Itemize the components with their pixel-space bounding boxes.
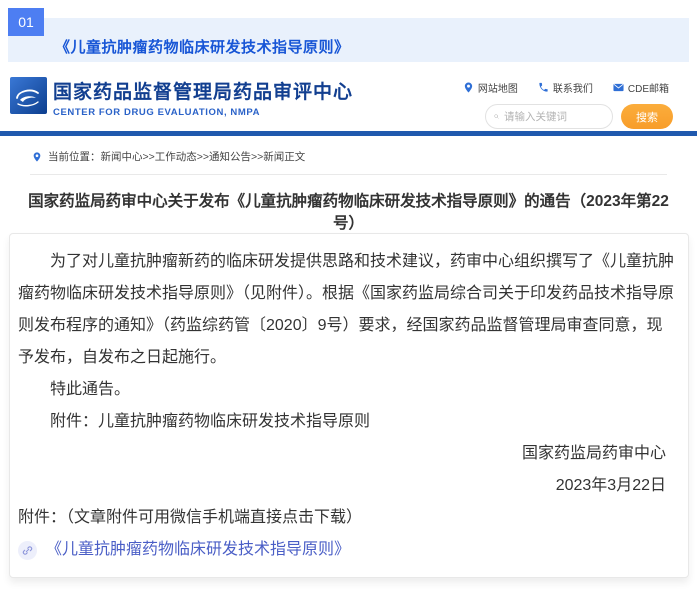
promo-number-badge: 01 bbox=[8, 8, 44, 36]
site-name-en: CENTER FOR DRUG EVALUATION, NMPA bbox=[53, 107, 353, 118]
sitemap-link-label: 网站地图 bbox=[478, 80, 518, 95]
attachment-download-link[interactable]: 《儿童抗肿瘤药物临床研发技术指导原则》 bbox=[18, 534, 674, 566]
notice-attachment-line: 附件：儿童抗肿瘤药物临床研发技术指导原则 bbox=[18, 406, 674, 438]
search-input[interactable] bbox=[504, 111, 604, 123]
phone-icon bbox=[538, 82, 549, 93]
contact-link[interactable]: 联系我们 bbox=[538, 80, 593, 95]
site-brand: 国家药品监督管理局药品审评中心 CENTER FOR DRUG EVALUATI… bbox=[53, 77, 353, 118]
search-button[interactable]: 搜索 bbox=[621, 104, 673, 129]
breadcrumb[interactable]: 当前位置：新闻中心>>工作动态>>通知公告>>新闻正文 bbox=[0, 136, 697, 172]
envelope-icon bbox=[613, 82, 624, 93]
promo-band: 《儿童抗肿瘤药物临床研发技术指导原则》 bbox=[8, 18, 689, 62]
promo-title: 《儿童抗肿瘤药物临床研发技术指导原则》 bbox=[8, 24, 350, 57]
site-name-cn: 国家药品监督管理局药品审评中心 bbox=[53, 77, 353, 104]
article-title: 国家药监局药审中心关于发布《儿童抗肿瘤药物临床研发技术指导原则》的通告（2023… bbox=[0, 189, 697, 233]
promo-strip: 01 《儿童抗肿瘤药物临床研发技术指导原则》 bbox=[0, 0, 697, 62]
cde-mail-link-label: CDE邮箱 bbox=[628, 80, 669, 95]
link-icon bbox=[22, 545, 33, 556]
search-box[interactable] bbox=[485, 104, 613, 129]
notice-signer: 国家药监局药审中心 bbox=[18, 438, 674, 470]
search-icon bbox=[494, 111, 499, 122]
breadcrumb-text: 当前位置：新闻中心>>工作动态>>通知公告>>新闻正文 bbox=[48, 149, 305, 164]
link-badge bbox=[18, 541, 37, 560]
sitemap-link[interactable]: 网站地图 bbox=[463, 80, 518, 95]
site-header: 国家药品监督管理局药品审评中心 CENTER FOR DRUG EVALUATI… bbox=[0, 62, 697, 131]
location-pin-icon bbox=[32, 151, 42, 163]
notice-body-paragraph: 为了对儿童抗肿瘤新药的临床研发提供思路和技术建议，药审中心组织撰写了《儿童抗肿瘤… bbox=[18, 246, 674, 374]
cde-mail-link[interactable]: CDE邮箱 bbox=[613, 80, 669, 95]
attachment-note: 附件：（文章附件可用微信手机端直接点击下载） bbox=[18, 502, 674, 534]
cde-logo-icon bbox=[10, 77, 47, 114]
notice-sign-date: 2023年3月22日 bbox=[18, 470, 674, 502]
location-pin-icon bbox=[463, 82, 474, 93]
notice-closing: 特此通告。 bbox=[18, 374, 674, 406]
header-links: 网站地图 联系我们 CDE邮箱 bbox=[463, 80, 669, 95]
attachment-link-text: 《儿童抗肿瘤药物临床研发技术指导原则》 bbox=[46, 534, 350, 566]
contact-link-label: 联系我们 bbox=[553, 80, 593, 95]
breadcrumb-separator bbox=[30, 174, 667, 175]
search-row: 搜索 bbox=[485, 104, 673, 129]
notice-card: 为了对儿童抗肿瘤新药的临床研发提供思路和技术建议，药审中心组织撰写了《儿童抗肿瘤… bbox=[9, 233, 689, 578]
